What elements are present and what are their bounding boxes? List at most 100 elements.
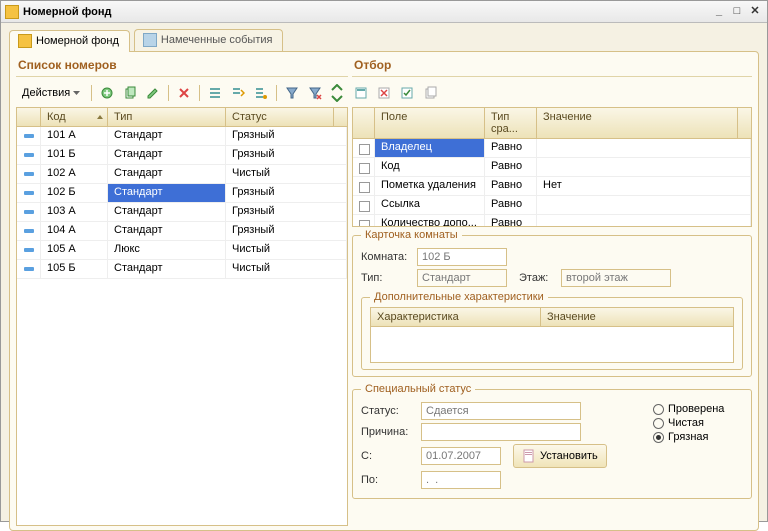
table-row[interactable]: 101 БСтандартГрязный xyxy=(17,146,347,165)
col-status[interactable]: Статус xyxy=(226,108,333,126)
table-row[interactable]: 105 АЛюксЧистый xyxy=(17,241,347,260)
filter-grid-body[interactable]: ВладелецРавноКодРавноПометка удаленияРав… xyxy=(353,139,751,226)
table-row[interactable]: 103 АСтандартГрязный xyxy=(17,203,347,222)
table-row[interactable]: КодРавно xyxy=(353,158,751,177)
table-row[interactable]: Пометка удаленияРавноНет xyxy=(353,177,751,196)
set-status-button[interactable]: Установить xyxy=(513,444,607,468)
cell-cmp: Равно xyxy=(485,177,537,195)
radio-dirty[interactable]: Грязная xyxy=(653,431,743,443)
maximize-button[interactable]: □ xyxy=(729,5,745,19)
cell-val xyxy=(537,215,751,226)
nav-down-button[interactable] xyxy=(330,94,344,102)
radio-clean[interactable]: Чистая xyxy=(653,417,743,429)
radio-label: Чистая xyxy=(668,417,704,429)
tab-bar: Номерной фонд Намеченные события xyxy=(1,23,767,51)
cell-val xyxy=(537,158,751,176)
cell-status: Чистый xyxy=(226,260,347,278)
status-input[interactable] xyxy=(421,402,581,420)
row-marker xyxy=(17,222,41,240)
filter-copy-button[interactable] xyxy=(421,83,441,103)
cell-checkbox[interactable] xyxy=(353,177,375,195)
filter-clear-button[interactable] xyxy=(375,83,395,103)
funnel-clear-button[interactable] xyxy=(305,83,325,103)
cell-type: Стандарт xyxy=(108,203,226,221)
table-row[interactable]: 102 АСтандартЧистый xyxy=(17,165,347,184)
filter-by-value-button[interactable] xyxy=(228,83,248,103)
cell-code: 105 А xyxy=(41,241,108,259)
filter-field-button[interactable] xyxy=(352,83,372,103)
funnel-button[interactable] xyxy=(282,83,302,103)
filter-check-button[interactable] xyxy=(398,83,418,103)
cell-status: Грязный xyxy=(226,184,347,202)
copy-button[interactable] xyxy=(120,83,140,103)
filter-grid[interactable]: Поле Тип сра... Значение ВладелецРавноКо… xyxy=(352,107,752,227)
separator xyxy=(199,85,200,101)
tab-room-fund[interactable]: Номерной фонд xyxy=(9,30,130,52)
reason-input[interactable] xyxy=(421,423,581,441)
col-check[interactable] xyxy=(353,108,375,138)
cell-cmp: Равно xyxy=(485,196,537,214)
cell-field: Код xyxy=(375,158,485,176)
cell-status: Чистый xyxy=(226,241,347,259)
tab-events[interactable]: Намеченные события xyxy=(134,29,284,51)
cell-type: Стандарт xyxy=(108,127,226,145)
to-date-input[interactable] xyxy=(421,471,501,489)
nav-up-button[interactable] xyxy=(330,84,344,92)
right-pane: Отбор Поле Тип сра... Значение ВладелецР… xyxy=(348,52,758,530)
extras-grid[interactable]: Характеристика Значение xyxy=(370,307,734,363)
close-button[interactable]: ✕ xyxy=(747,5,763,19)
left-pane: Список номеров Действия xyxy=(10,52,348,530)
cell-checkbox[interactable] xyxy=(353,158,375,176)
cell-code: 104 А xyxy=(41,222,108,240)
table-row[interactable]: ВладелецРавно xyxy=(353,139,751,158)
cell-type: Стандарт xyxy=(108,165,226,183)
col-type[interactable]: Тип xyxy=(108,108,226,126)
row-marker xyxy=(17,146,41,164)
from-date-input[interactable] xyxy=(421,447,501,465)
cell-field: Пометка удаления xyxy=(375,177,485,195)
cell-code: 101 Б xyxy=(41,146,108,164)
col-cmp[interactable]: Тип сра... xyxy=(485,108,537,138)
cell-checkbox[interactable] xyxy=(353,139,375,157)
table-row[interactable]: 101 АСтандартГрязный xyxy=(17,127,347,146)
table-row[interactable]: 102 БСтандартГрязный xyxy=(17,184,347,203)
cell-cmp: Равно xyxy=(485,215,537,226)
table-row[interactable]: СсылкаРавно xyxy=(353,196,751,215)
type-input[interactable] xyxy=(417,269,507,287)
app-window: Номерной фонд _ □ ✕ Номерной фонд Намече… xyxy=(0,0,768,522)
table-row[interactable]: Количество допо...Равно xyxy=(353,215,751,226)
radio-label: Проверена xyxy=(668,403,724,415)
filter-list-button[interactable] xyxy=(205,83,225,103)
table-row[interactable]: 104 АСтандартГрязный xyxy=(17,222,347,241)
room-input[interactable] xyxy=(417,248,507,266)
floor-input[interactable] xyxy=(561,269,671,287)
cell-code: 102 А xyxy=(41,165,108,183)
col-val[interactable]: Значение xyxy=(537,108,737,138)
actions-label: Действия xyxy=(22,87,70,99)
separator xyxy=(276,85,277,101)
radio-checked[interactable]: Проверена xyxy=(653,403,743,415)
row-marker xyxy=(17,241,41,259)
actions-dropdown[interactable]: Действия xyxy=(16,83,86,103)
col-code[interactable]: Код xyxy=(41,108,108,126)
separator xyxy=(91,85,92,101)
col-value[interactable]: Значение xyxy=(541,308,733,326)
minimize-button[interactable]: _ xyxy=(711,5,727,19)
col-characteristic[interactable]: Характеристика xyxy=(371,308,541,326)
cell-status: Грязный xyxy=(226,222,347,240)
rooms-grid[interactable]: Код Тип Статус 101 АСтандартГрязный101 Б… xyxy=(16,107,348,526)
cell-checkbox[interactable] xyxy=(353,215,375,226)
cell-type: Стандарт xyxy=(108,146,226,164)
filter-settings-button[interactable] xyxy=(251,83,271,103)
edit-button[interactable] xyxy=(143,83,163,103)
special-status-legend: Специальный статус xyxy=(361,383,475,395)
cell-checkbox[interactable] xyxy=(353,196,375,214)
table-row[interactable]: 105 БСтандартЧистый xyxy=(17,260,347,279)
add-button[interactable] xyxy=(97,83,117,103)
delete-button[interactable] xyxy=(174,83,194,103)
col-field[interactable]: Поле xyxy=(375,108,485,138)
col-marker[interactable] xyxy=(17,108,41,126)
content: Список номеров Действия xyxy=(9,51,759,531)
cell-type: Стандарт xyxy=(108,222,226,240)
rooms-grid-body[interactable]: 101 АСтандартГрязный101 БСтандартГрязный… xyxy=(17,127,347,525)
